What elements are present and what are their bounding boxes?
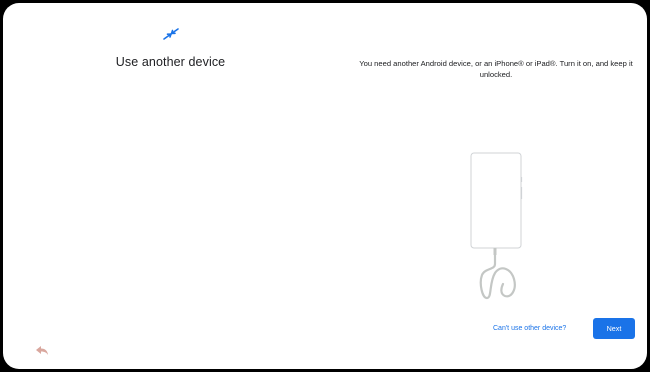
page-title: Use another device: [115, 55, 226, 69]
transfer-arrows-icon: [163, 28, 179, 40]
phone-with-cable-icon: [470, 152, 523, 300]
back-arrow-icon[interactable]: [35, 345, 49, 357]
phone-side-button: [520, 187, 523, 199]
instruction-text: You need another Android device, or an i…: [359, 59, 633, 79]
phone-side-button: [520, 177, 523, 182]
usb-cable: [479, 253, 516, 300]
left-pane: Use another device: [3, 3, 338, 369]
cant-use-other-device-button[interactable]: Can't use other device?: [493, 319, 566, 339]
phone-body: [470, 152, 522, 249]
setup-screen: Use another device You need another Andr…: [3, 3, 647, 369]
next-button[interactable]: Next: [593, 318, 635, 339]
